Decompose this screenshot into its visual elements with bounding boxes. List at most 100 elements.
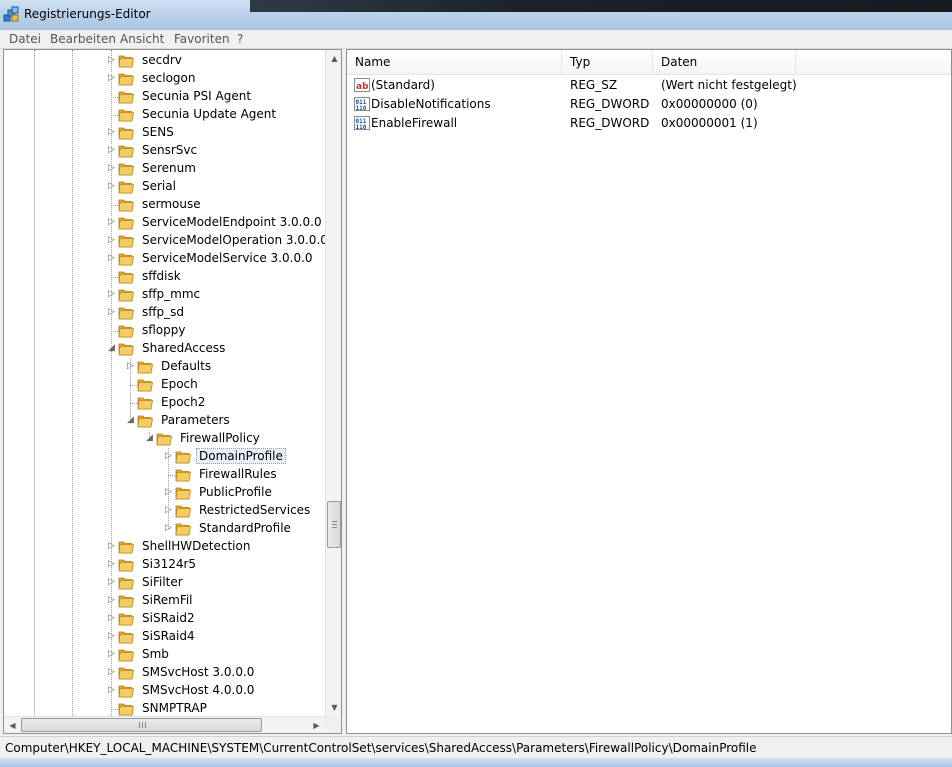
- expand-arrow-icon[interactable]: ▷: [107, 164, 116, 173]
- tree-item-label: sermouse: [142, 197, 201, 211]
- scroll-right-arrow-icon[interactable]: ▶: [308, 717, 325, 733]
- tree-horizontal-scroll-thumb[interactable]: [21, 718, 262, 732]
- value-row[interactable]: 011 110 DisableNotifications REG_DWORD 0x000…: [347, 95, 947, 114]
- expand-arrow-icon[interactable]: ▷: [107, 578, 116, 587]
- tree-item[interactable]: ▷ ServiceModelService 3.0.0.0: [4, 250, 324, 268]
- tree-item[interactable]: ▷ Serial: [4, 178, 324, 196]
- tree-item[interactable]: ▷ SiSRaid4: [4, 628, 324, 646]
- tree-item[interactable]: ▷ SMSvcHost 3.0.0.0: [4, 664, 324, 682]
- tree-item[interactable]: sffdisk: [4, 268, 324, 286]
- value-type: REG_DWORD: [570, 97, 650, 111]
- expand-arrow-icon[interactable]: ▷: [107, 146, 116, 155]
- tree-item[interactable]: ▷ PublicProfile: [4, 484, 324, 502]
- expand-arrow-icon[interactable]: ▷: [164, 506, 173, 515]
- scroll-up-arrow-icon[interactable]: ▲: [326, 50, 341, 67]
- tree-item[interactable]: ▷ sffp_mmc: [4, 286, 324, 304]
- tree-item[interactable]: ▷ ServiceModelEndpoint 3.0.0.0: [4, 214, 324, 232]
- column-header-type[interactable]: Typ: [562, 50, 653, 74]
- title-bar[interactable]: Registrierungs-Editor: [0, 0, 952, 30]
- tree-item[interactable]: Secunia PSI Agent: [4, 88, 324, 106]
- tree-item[interactable]: ▷ sffp_sd: [4, 304, 324, 322]
- collapse-arrow-icon[interactable]: ◢: [126, 416, 135, 425]
- expand-arrow-icon[interactable]: ▷: [107, 308, 116, 317]
- expand-arrow-icon[interactable]: ▷: [164, 488, 173, 497]
- expand-arrow-icon[interactable]: ▷: [107, 254, 116, 263]
- value-name: DisableNotifications: [371, 97, 491, 111]
- expand-arrow-icon[interactable]: ▷: [107, 596, 116, 605]
- expand-arrow-icon[interactable]: ▷: [107, 56, 116, 65]
- tree-item-label: FirewallPolicy: [180, 431, 260, 445]
- tree-item[interactable]: FirewallRules: [4, 466, 324, 484]
- expand-arrow-icon[interactable]: ▷: [164, 524, 173, 533]
- scroll-left-arrow-icon[interactable]: ◀: [4, 717, 21, 733]
- collapse-arrow-icon[interactable]: ◢: [107, 344, 116, 353]
- tree-item[interactable]: ▷ Defaults: [4, 358, 324, 376]
- expand-arrow-icon[interactable]: ▷: [107, 686, 116, 695]
- column-header-name[interactable]: Name: [347, 50, 562, 74]
- expand-arrow-icon[interactable]: ▷: [107, 290, 116, 299]
- tree-item[interactable]: ▷ Serenum: [4, 160, 324, 178]
- expand-arrow-icon[interactable]: ▷: [107, 542, 116, 551]
- expand-arrow-icon[interactable]: ▷: [107, 128, 116, 137]
- expand-arrow-icon[interactable]: ▷: [107, 74, 116, 83]
- tree-item[interactable]: ▷ RestrictedServices: [4, 502, 324, 520]
- tree-item-label: Serial: [142, 179, 176, 193]
- menu-help[interactable]: ?: [237, 32, 243, 46]
- tree-item-label: Epoch: [161, 377, 198, 391]
- tree-item[interactable]: ▷ Si3124r5: [4, 556, 324, 574]
- tree-item-label: StandardProfile: [199, 521, 291, 535]
- tree-vertical-scroll-thumb[interactable]: [327, 501, 341, 548]
- values-list[interactable]: Name Typ Daten ab (Standard) REG_SZ (Wert n…: [346, 49, 952, 734]
- tree-item[interactable]: ▷ SiRemFil: [4, 592, 324, 610]
- folder-icon: [117, 610, 135, 627]
- tree-item[interactable]: ▷ SENS: [4, 124, 324, 142]
- expand-arrow-icon[interactable]: ▷: [107, 560, 116, 569]
- expand-arrow-icon[interactable]: ▷: [126, 362, 135, 371]
- tree-item[interactable]: ▷ SiFilter: [4, 574, 324, 592]
- value-row[interactable]: ab (Standard) REG_SZ (Wert nicht festgelegt…: [347, 76, 947, 95]
- tree-item[interactable]: ▷ seclogon: [4, 70, 324, 88]
- status-bar: Computer\HKEY_LOCAL_MACHINE\SYSTEM\Curre…: [0, 736, 952, 759]
- tree-item[interactable]: ▷ ShellHWDetection: [4, 538, 324, 556]
- tree-item[interactable]: ▷ DomainProfile: [4, 448, 324, 466]
- tree-item[interactable]: ▷ secdrv: [4, 52, 324, 70]
- expand-arrow-icon[interactable]: ▷: [107, 632, 116, 641]
- tree-item[interactable]: ◢ Parameters: [4, 412, 324, 430]
- tree-item[interactable]: ▷ SensrSvc: [4, 142, 324, 160]
- tree-item-label: SiFilter: [142, 575, 183, 589]
- expand-arrow-icon[interactable]: ▷: [164, 452, 173, 461]
- tree-item[interactable]: ▷ SiSRaid2: [4, 610, 324, 628]
- collapse-arrow-icon[interactable]: ◢: [145, 434, 154, 443]
- expand-arrow-icon[interactable]: ▷: [107, 614, 116, 623]
- value-row[interactable]: 011 110 EnableFirewall REG_DWORD 0x00000001 …: [347, 114, 947, 133]
- tree-vertical-scrollbar[interactable]: ▲ ▼: [325, 50, 341, 716]
- column-header-data[interactable]: Daten: [653, 50, 796, 74]
- tree-item[interactable]: ◢ FirewallPolicy: [4, 430, 324, 448]
- scroll-down-arrow-icon[interactable]: ▼: [326, 699, 341, 716]
- tree-item[interactable]: Epoch: [4, 376, 324, 394]
- tree-item[interactable]: ◢ SharedAccess: [4, 340, 324, 358]
- tree-item[interactable]: ▷ StandardProfile: [4, 520, 324, 538]
- tree-item[interactable]: ▷ Smb: [4, 646, 324, 664]
- status-path: Computer\HKEY_LOCAL_MACHINE\SYSTEM\Curre…: [5, 741, 757, 755]
- expand-arrow-icon[interactable]: ▷: [107, 218, 116, 227]
- tree-item[interactable]: ▷ ServiceModelOperation 3.0.0.0: [4, 232, 328, 250]
- menu-bearbeiten[interactable]: Bearbeiten: [50, 32, 116, 46]
- menu-favoriten[interactable]: Favoriten: [174, 32, 230, 46]
- grip-line: [142, 722, 143, 728]
- registry-key-tree[interactable]: ▷ secdrv ▷ seclogon Secunia PSI Agent Secunia…: [3, 49, 342, 734]
- tree-horizontal-scrollbar[interactable]: ◀ ▶: [4, 716, 325, 733]
- expand-arrow-icon[interactable]: ▷: [107, 182, 116, 191]
- folder-icon: [117, 268, 135, 285]
- folder-icon: [117, 628, 135, 645]
- menu-ansicht[interactable]: Ansicht: [120, 32, 164, 46]
- tree-item[interactable]: ▷ SMSvcHost 4.0.0.0: [4, 682, 324, 700]
- menu-datei[interactable]: Datei: [9, 32, 41, 46]
- expand-arrow-icon[interactable]: ▷: [107, 650, 116, 659]
- tree-item[interactable]: Secunia Update Agent: [4, 106, 324, 124]
- tree-item[interactable]: Epoch2: [4, 394, 324, 412]
- expand-arrow-icon[interactable]: ▷: [107, 668, 116, 677]
- tree-item[interactable]: sermouse: [4, 196, 324, 214]
- expand-arrow-icon[interactable]: ▷: [107, 236, 116, 245]
- tree-item[interactable]: sfloppy: [4, 322, 324, 340]
